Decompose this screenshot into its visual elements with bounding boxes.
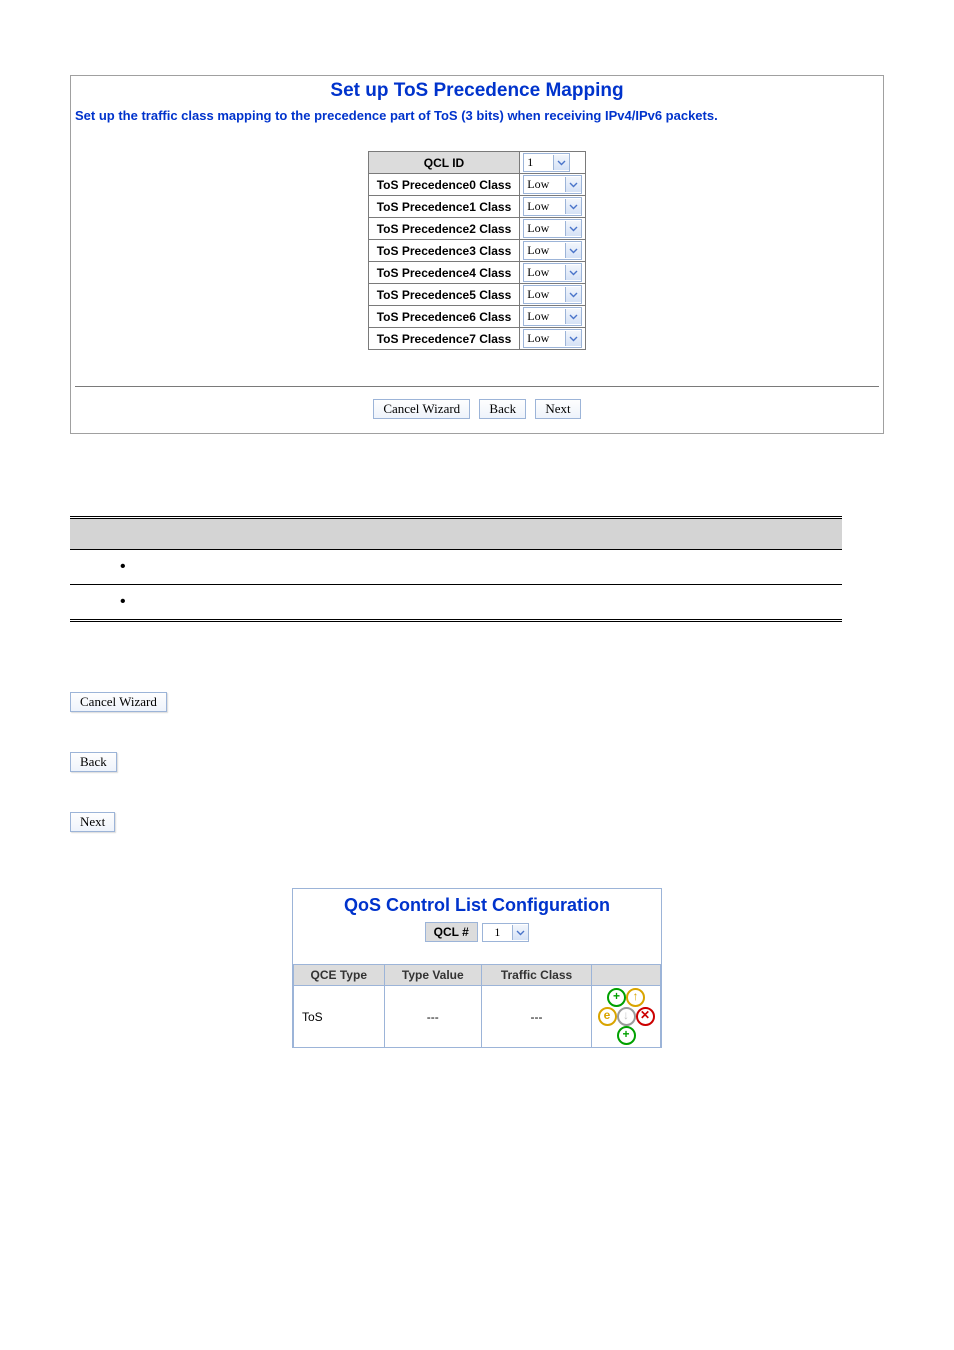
back-button[interactable]: Back (479, 399, 526, 419)
tos-mapping-table: QCL ID 1 ToS Precedence0 Class Low ToS P… (368, 151, 587, 350)
tos-row-value: Low (524, 265, 565, 280)
qos-qcl-value: 1 (483, 925, 512, 940)
qce-row-type: ToS (294, 986, 385, 1048)
chevron-down-icon (565, 331, 581, 346)
chevron-down-icon (565, 243, 581, 258)
tos-row-value: Low (524, 177, 565, 192)
tos-row-select-2[interactable]: Low (523, 219, 582, 238)
qos-title: QoS Control List Configuration (293, 889, 661, 918)
tos-row-label: ToS Precedence4 Class (368, 262, 520, 284)
wizard-button-row: Cancel Wizard Back Next (75, 387, 879, 433)
qce-col-value: Type Value (384, 965, 482, 986)
qce-row-class: --- (482, 986, 592, 1048)
sa-cancel-wizard-button[interactable]: Cancel Wizard (70, 692, 167, 712)
qce-col-class: Traffic Class (482, 965, 592, 986)
qcl-id-header: QCL ID (368, 152, 520, 174)
tos-row-label: ToS Precedence2 Class (368, 218, 520, 240)
doc-header-1 (70, 518, 321, 550)
add-below-icon[interactable]: + (617, 1026, 636, 1045)
sa-next-button[interactable]: Next (70, 812, 115, 832)
wizard-title: Set up ToS Precedence Mapping (75, 80, 879, 102)
qcl-id-value: 1 (524, 155, 553, 170)
tos-row-label: ToS Precedence6 Class (368, 306, 520, 328)
tos-row-select-0[interactable]: Low (523, 175, 582, 194)
qce-row-value: --- (384, 986, 482, 1048)
tos-row-value: Low (524, 243, 565, 258)
chevron-down-icon (565, 309, 581, 324)
doc-row-1: • (70, 550, 321, 585)
tos-row-label: ToS Precedence7 Class (368, 328, 520, 350)
chevron-down-icon (565, 221, 581, 236)
tos-row-label: ToS Precedence3 Class (368, 240, 520, 262)
tos-row-value: Low (524, 331, 565, 346)
tos-row-label: ToS Precedence0 Class (368, 174, 520, 196)
wizard-subtitle: Set up the traffic class mapping to the … (75, 108, 879, 123)
qce-col-actions (592, 965, 661, 986)
chevron-down-icon (553, 155, 569, 170)
chevron-down-icon (565, 199, 581, 214)
sa-back-button[interactable]: Back (70, 752, 117, 772)
qce-col-type: QCE Type (294, 965, 385, 986)
edit-icon[interactable]: e (598, 1007, 617, 1026)
doc-row-2: • (70, 585, 321, 621)
qos-qcl-row: QCL # 1 (293, 918, 661, 964)
tos-row-select-7[interactable]: Low (523, 329, 582, 348)
chevron-down-icon (565, 177, 581, 192)
doc-parameter-table: • • (70, 516, 842, 622)
qce-table: QCE Type Type Value Traffic Class ToS --… (293, 964, 661, 1047)
tos-row-value: Low (524, 221, 565, 236)
tos-row-select-4[interactable]: Low (523, 263, 582, 282)
qos-qcl-label: QCL # (425, 922, 478, 942)
delete-icon[interactable]: ✕ (636, 1007, 655, 1026)
add-icon[interactable]: + (607, 988, 626, 1007)
tos-row-select-1[interactable]: Low (523, 197, 582, 216)
tos-row-value: Low (524, 287, 565, 302)
tos-wizard-panel: Set up ToS Precedence Mapping Set up the… (70, 75, 884, 434)
chevron-down-icon (565, 265, 581, 280)
chevron-down-icon (512, 925, 528, 940)
qce-row-icons: +↑ e↓✕ + (592, 986, 661, 1048)
tos-row-value: Low (524, 309, 565, 324)
tos-row-select-6[interactable]: Low (523, 307, 582, 326)
tos-row-label: ToS Precedence5 Class (368, 284, 520, 306)
next-button[interactable]: Next (535, 399, 580, 419)
qos-qcl-select[interactable]: 1 (482, 923, 529, 942)
tos-wizard-inner: Set up ToS Precedence Mapping Set up the… (71, 76, 883, 433)
move-up-icon[interactable]: ↑ (626, 988, 645, 1007)
qcl-id-select[interactable]: 1 (523, 153, 570, 172)
tos-row-select-5[interactable]: Low (523, 285, 582, 304)
qos-panel: QoS Control List Configuration QCL # 1 Q… (292, 888, 662, 1048)
chevron-down-icon (565, 287, 581, 302)
tos-row-label: ToS Precedence1 Class (368, 196, 520, 218)
tos-row-select-3[interactable]: Low (523, 241, 582, 260)
cancel-wizard-button[interactable]: Cancel Wizard (373, 399, 470, 419)
move-down-icon[interactable]: ↓ (617, 1007, 636, 1026)
tos-row-value: Low (524, 199, 565, 214)
doc-header-2 (321, 518, 842, 550)
